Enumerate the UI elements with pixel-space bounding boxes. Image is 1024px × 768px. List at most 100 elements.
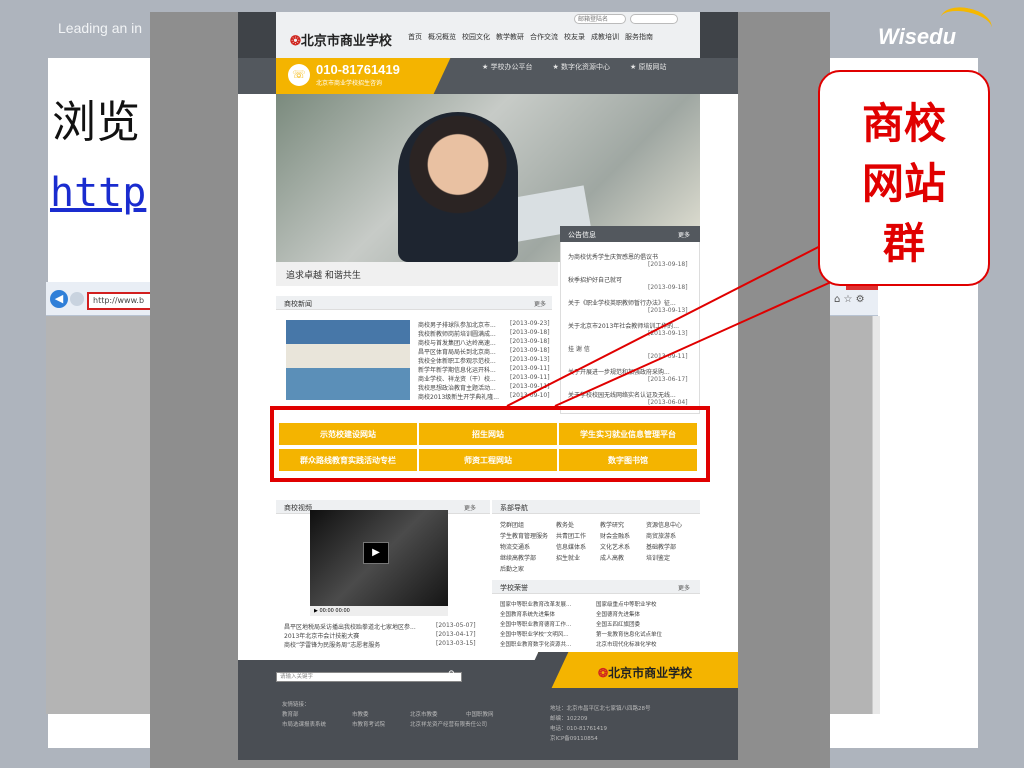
honor-item[interactable]: 国家中等职业教育改革发展...	[500, 600, 571, 608]
nav-item[interactable]: 服务指南	[625, 33, 653, 41]
honor-item[interactable]: 国家级重点中等职业学校	[596, 600, 657, 608]
home-star-gear-icon[interactable]: ⌂ ☆ ⚙	[834, 294, 865, 305]
site-logo[interactable]: ❂北京市商业学校	[290, 30, 392, 49]
quick-links: ★ 学校办公平台 ★ 数字化资源中心 ★ 原版网站	[482, 62, 687, 72]
dept-link[interactable]: 财会金融系	[600, 531, 630, 540]
dept-link[interactable]: 继续高教学部	[500, 553, 536, 562]
notice-date: [2013-09-11]	[648, 353, 688, 360]
video-controls[interactable]: ▶ 00:00 00:00	[310, 606, 448, 616]
footer-link[interactable]: 市教育考试院	[352, 720, 385, 728]
dept-link[interactable]: 文化艺术系	[600, 542, 630, 551]
footer-icp: 京ICP备09110854	[550, 736, 598, 742]
video-item[interactable]: 昌平区地税局采访播出我校跆拳道北七家地区参...	[284, 622, 434, 631]
notice-item[interactable]: 秋季招护好自己就可	[568, 275, 692, 284]
highlight-box	[270, 406, 710, 482]
notice-item[interactable]: 关于学校校园无线网络实名认证及无线...	[568, 390, 692, 399]
footer-link[interactable]: 市教委	[352, 710, 369, 718]
footer-link[interactable]: 北京市教委	[410, 710, 438, 718]
footer-link[interactable]: 北京祥龙资产经营有限责任公司	[410, 720, 487, 728]
footer-search-input[interactable]: 请输入关键字	[276, 672, 462, 682]
video-date: [2013-05-07]	[436, 622, 476, 629]
dept-link[interactable]: 后勤之家	[500, 564, 524, 573]
news-date: [2013-09-18]	[510, 338, 550, 345]
browser-content-right	[830, 316, 872, 714]
video-item[interactable]: 2013年北京市会计技能大赛	[284, 631, 434, 640]
news-item[interactable]: 商业学校、祥龙资（干）校...	[418, 374, 508, 383]
notice-item[interactable]: 关于《职业学校英职教师暂行办法》征...	[568, 298, 692, 307]
dept-link[interactable]: 培训鉴定	[646, 553, 670, 562]
dept-link[interactable]: 物流交通系	[500, 542, 530, 551]
news-item[interactable]: 昌平区体育局局长到北京商...	[418, 347, 508, 356]
dept-link[interactable]: 商贸旅游系	[646, 531, 676, 540]
notice-more-link[interactable]: 更多	[678, 230, 690, 239]
quick-link[interactable]: ★ 原版网站	[630, 63, 677, 71]
back-arrow-icon[interactable]: ◀	[50, 290, 68, 308]
news-item[interactable]: 我校思想政治教育主题活动...	[418, 383, 508, 392]
dept-link[interactable]: 学生教育管理服务	[500, 531, 548, 540]
news-section-header: 商校新闻 更多	[276, 296, 552, 310]
notice-item[interactable]: 为商校优秀学生庆贺感恩的倡议书	[568, 252, 692, 261]
dept-section-header: 系部导航	[492, 500, 700, 514]
dept-link[interactable]: 招生就业	[556, 553, 580, 562]
honor-item[interactable]: 北京市现代化标准化学校	[596, 640, 657, 648]
top-login-input[interactable]: 邮箱登陆名	[574, 14, 626, 24]
video-time: 00:00 00:00	[319, 608, 350, 614]
footer-link[interactable]: 教育部	[282, 710, 299, 718]
news-item[interactable]: 商校2013级新生开学典礼隆...	[418, 392, 508, 401]
dept-link[interactable]: 成人高教	[600, 553, 624, 562]
quick-link[interactable]: ★ 学校办公平台	[482, 63, 543, 71]
slide-url-link[interactable]: http	[50, 170, 146, 216]
honor-item[interactable]: 全国中等职业学校“文明风...	[500, 630, 569, 638]
news-photo[interactable]	[286, 320, 410, 400]
dept-link[interactable]: 资源信息中心	[646, 520, 682, 529]
dept-link[interactable]: 信息媒体系	[556, 542, 586, 551]
nav-item[interactable]: 成教培训	[591, 33, 619, 41]
footer-link[interactable]: 中国职教网	[466, 710, 494, 718]
nav-item[interactable]: 校园文化	[462, 33, 490, 41]
honor-item[interactable]: 全国职业教育数字化资源共...	[500, 640, 571, 648]
nav-item[interactable]: 概况概览	[428, 33, 456, 41]
honor-item[interactable]: 全国教育系统先进集体	[500, 610, 555, 618]
magnifier-icon[interactable]: ⚲	[448, 670, 455, 680]
honor-item[interactable]: 第一批教育信息化试点单位	[596, 630, 662, 638]
dept-link[interactable]: 共青团工作	[556, 531, 586, 540]
footer-link[interactable]: 市局选课报表系统	[282, 720, 326, 728]
nav-item[interactable]: 教学教研	[496, 33, 524, 41]
dept-link[interactable]: 党群团组	[500, 520, 524, 529]
news-date: [2013-09-10]	[510, 392, 550, 399]
honor-item[interactable]: 全国中等职业教育德育工作...	[500, 620, 571, 628]
video-date: [2013-04-17]	[436, 631, 476, 638]
news-item[interactable]: 新学年新学期信息化运开科...	[418, 365, 508, 374]
dept-link[interactable]: 基础教学部	[646, 542, 676, 551]
honor-item[interactable]: 全国德育先进集体	[596, 610, 640, 618]
header-right-dark	[700, 12, 738, 58]
news-date: [2013-09-11]	[510, 383, 550, 390]
browser-scrollbar[interactable]	[872, 316, 880, 714]
dept-link[interactable]: 教务处	[556, 520, 574, 529]
honor-item[interactable]: 全国五四红旗团委	[596, 620, 640, 628]
nav-item[interactable]: 首页	[408, 33, 422, 41]
play-icon[interactable]: ▶	[363, 542, 389, 564]
honor-more-link[interactable]: 更多	[678, 583, 690, 592]
slogan: 追求卓越 和谐共生	[276, 262, 558, 286]
forward-arrow-icon[interactable]	[70, 292, 84, 306]
notice-item[interactable]: 关于开展进一步规范和加强政府采购...	[568, 367, 692, 376]
notice-item[interactable]: 挂 谢 信	[568, 344, 692, 353]
nav-item[interactable]: 校友录	[564, 33, 585, 41]
notice-item[interactable]: 关于北京市2013年社会教师培训工作的...	[568, 321, 692, 330]
top-search-input[interactable]	[630, 14, 678, 24]
footer-zip: 邮编：102209	[550, 716, 588, 722]
video-item[interactable]: 商校“学雷锋为民服务周”志愿者服务	[284, 640, 434, 649]
notice-date: [2013-09-18]	[648, 284, 688, 291]
footer-logo-text: 北京市商业学校	[608, 666, 693, 680]
video-more-link[interactable]: 更多	[464, 503, 476, 512]
address-bar[interactable]: http://www.b	[87, 292, 157, 310]
news-item[interactable]: 我校新教师岗前培训圆满成...	[418, 329, 508, 338]
nav-item[interactable]: 合作交流	[530, 33, 558, 41]
news-more-link[interactable]: 更多	[534, 299, 546, 308]
news-item[interactable]: 我校全体新职工参观示范校...	[418, 356, 508, 365]
news-item[interactable]: 商校男子排球队参加北京市...	[418, 320, 508, 329]
news-item[interactable]: 商校与首发集团八达岭高速...	[418, 338, 508, 347]
dept-link[interactable]: 教学研究	[600, 520, 624, 529]
quick-link[interactable]: ★ 数字化资源中心	[553, 63, 621, 71]
